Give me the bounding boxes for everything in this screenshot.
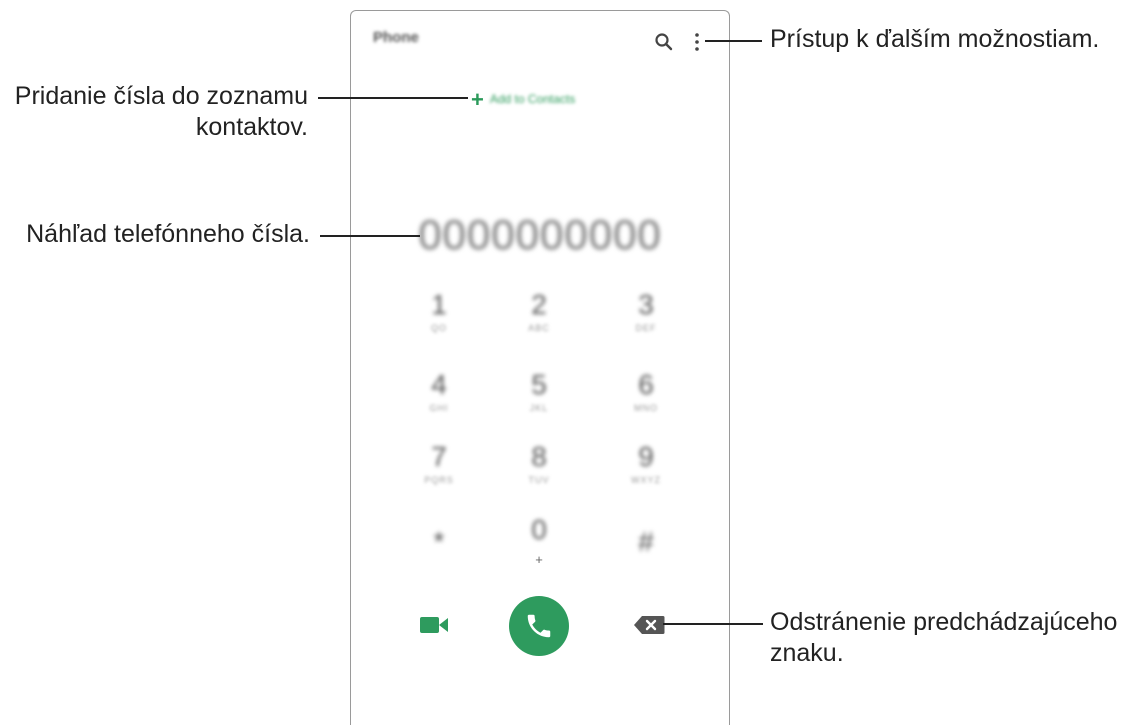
key-digit: 9 (638, 441, 654, 472)
key-letters: GHI (429, 403, 449, 413)
key-1[interactable]: 1 QO (399, 289, 479, 333)
key-3[interactable]: 3 DEF (606, 289, 686, 333)
plus-icon: + (471, 87, 484, 112)
key-letters: DEF (635, 323, 657, 333)
callout-line-more-options (705, 40, 762, 42)
callout-add-contact-line1: Pridanie čísla do zoznamu (14, 82, 308, 110)
add-to-contacts-label: Add to Contacts (489, 92, 576, 107)
phone-icon (527, 614, 551, 638)
key-digit: 5 (531, 369, 547, 400)
key-digit: 2 (531, 289, 547, 320)
key-6[interactable]: 6 MNO (606, 369, 686, 413)
key-4[interactable]: 4 GHI (399, 369, 479, 413)
callout-delete-line2: znaku. (770, 639, 844, 667)
callout-delete: Odstránenie predchádzajúceho znaku. (770, 607, 1117, 669)
key-digit: 4 (431, 369, 447, 400)
callout-more-options: Prístup k ďalším možnostiam. (770, 25, 1100, 53)
key-letters: JKL (529, 403, 549, 413)
callout-add-contact-line2: kontaktov. (195, 113, 308, 141)
key-7[interactable]: 7 PQRS (399, 441, 479, 485)
key-2[interactable]: 2 ABC (499, 289, 579, 333)
callout-preview: Náhľad telefónneho čísla. (26, 220, 310, 248)
callout-line-preview (320, 235, 420, 237)
key-letters: + (535, 552, 543, 567)
key-digit: 8 (531, 441, 547, 472)
key-9[interactable]: 9 WXYZ (606, 441, 686, 485)
callout-add-contact: Pridanie čísla do zoznamu kontaktov. (0, 81, 308, 143)
callout-line-add-contact (318, 97, 468, 99)
key-digit: 0 (531, 514, 547, 545)
key-8[interactable]: 8 TUV (499, 441, 579, 485)
key-5[interactable]: 5 JKL (499, 369, 579, 413)
key-digit: * (433, 526, 445, 557)
key-digit: 1 (431, 289, 447, 320)
key-star[interactable]: * (399, 526, 479, 558)
key-letters: TUV (528, 475, 550, 485)
more-options-icon[interactable] (693, 30, 701, 54)
key-hash[interactable]: # (606, 526, 686, 558)
add-to-contacts-button[interactable]: + Add to Contacts (471, 87, 575, 113)
call-button[interactable] (509, 596, 569, 656)
key-letters: MNO (634, 403, 658, 413)
phone-screen: Phone + Add to Contacts 0000000000 1 QO 2… (350, 10, 730, 725)
key-digit: 6 (638, 369, 654, 400)
callout-line-delete (663, 623, 763, 625)
key-letters: WXYZ (631, 475, 661, 485)
callout-delete-line1: Odstránenie predchádzajúceho (770, 608, 1118, 636)
key-letters: ABC (528, 323, 550, 333)
key-letters: QO (430, 323, 447, 333)
key-digit: 3 (638, 289, 654, 320)
video-call-icon[interactable] (419, 614, 449, 636)
backspace-icon[interactable] (633, 615, 665, 635)
key-0[interactable]: 0 + (499, 514, 579, 574)
search-icon[interactable] (654, 32, 674, 52)
key-digit: # (638, 526, 654, 557)
key-digit: 7 (431, 441, 447, 472)
app-title: Phone (373, 29, 419, 46)
key-letters: PQRS (424, 475, 454, 485)
